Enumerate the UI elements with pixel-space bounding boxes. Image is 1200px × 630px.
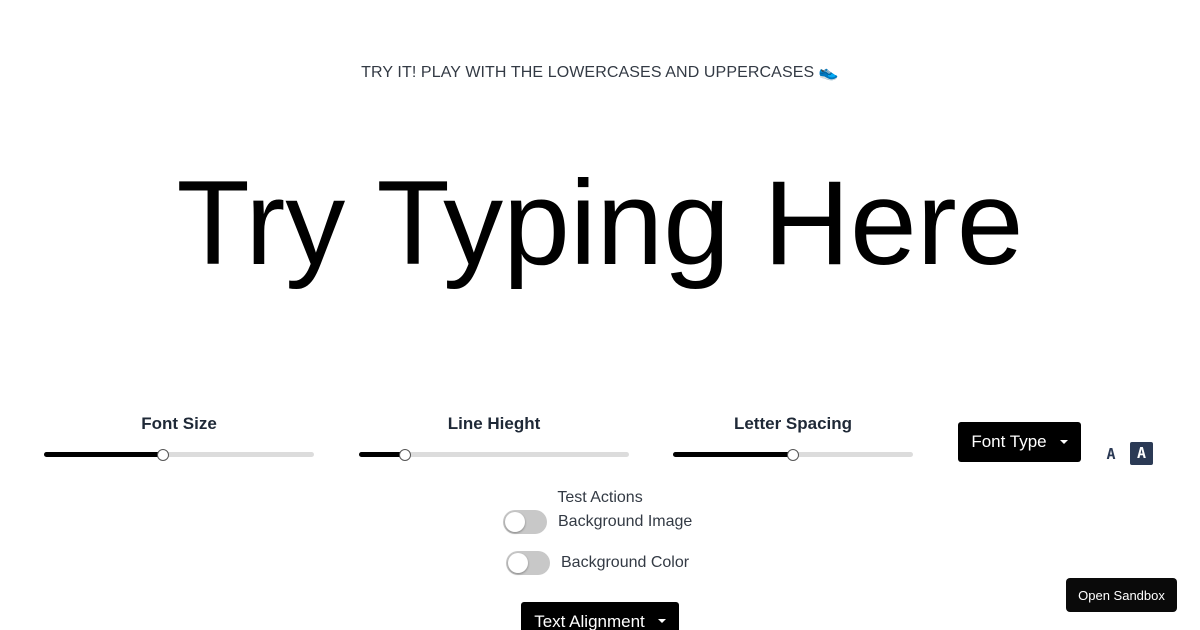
background-color-toggle-row: Background Color	[506, 551, 689, 575]
font-type-label: Font Type	[971, 432, 1047, 451]
font-type-dropdown[interactable]: Font Type	[958, 422, 1081, 462]
text-alignment-label: Text Alignment	[534, 612, 645, 630]
background-image-toggle[interactable]	[503, 510, 547, 534]
font-playground-page: TRY IT! PLAY WITH THE LOWERCASES AND UPP…	[0, 0, 1200, 630]
slider-thumb[interactable]	[156, 449, 169, 461]
font-size-label: Font Size	[141, 414, 217, 433]
letter-spacing-slider[interactable]	[673, 449, 913, 461]
caret-down-icon	[1059, 440, 1068, 444]
slider-thumb[interactable]	[787, 449, 799, 461]
toggle-knob	[505, 512, 525, 532]
line-height-label: Line Hieght	[447, 414, 541, 433]
font-size-slider[interactable]	[44, 449, 314, 461]
preview-text-input[interactable]: Try Typing Here	[0, 158, 1200, 288]
tagline: TRY IT! PLAY WITH THE LOWERCASES AND UPP…	[361, 64, 839, 81]
letter-spacing-label: Letter Spacing	[733, 414, 853, 433]
background-color-toggle[interactable]	[506, 551, 550, 575]
line-height-slider[interactable]	[359, 449, 629, 461]
background-image-toggle-row: Background Image	[503, 510, 692, 534]
font-lowercase-icon[interactable]: A	[1104, 445, 1118, 463]
background-color-label: Background Color	[561, 554, 690, 571]
background-image-label: Background Image	[558, 513, 693, 530]
test-actions-title: Test Actions	[557, 489, 643, 506]
slider-fill	[673, 452, 793, 457]
open-sandbox-button[interactable]: Open Sandbox	[1066, 578, 1177, 612]
font-uppercase-icon[interactable]: A	[1130, 442, 1153, 465]
slider-fill	[44, 452, 163, 457]
slider-thumb[interactable]	[398, 449, 411, 461]
toggle-knob	[508, 553, 528, 573]
text-alignment-dropdown[interactable]: Text Alignment	[521, 602, 679, 630]
caret-down-icon	[657, 619, 666, 623]
